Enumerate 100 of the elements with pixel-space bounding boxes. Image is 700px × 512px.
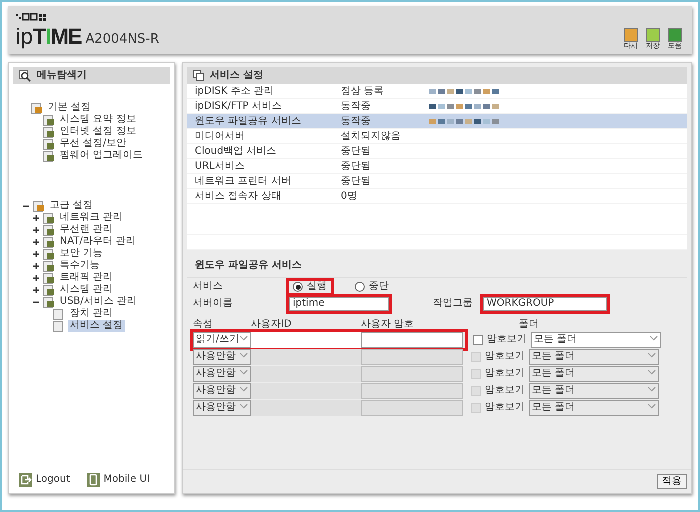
page-icon bbox=[31, 102, 43, 114]
table-row[interactable]: Cloud백업 서비스 중단됨 bbox=[187, 144, 687, 159]
logo-mark-icon bbox=[16, 13, 46, 22]
table-cell-text: 네트워크 프린터 서버 bbox=[195, 174, 292, 188]
folder-select[interactable]: 모든 폴더 bbox=[531, 332, 661, 348]
tree-item[interactable]: 트래픽 관리 bbox=[58, 272, 116, 284]
column-header: 폴더 bbox=[519, 319, 540, 331]
footer-link[interactable]: Mobile UI bbox=[104, 472, 150, 487]
tree-item[interactable]: 인터넷 설정 정보 bbox=[58, 126, 138, 138]
table-row[interactable]: 네트워크 프린터 서버 중단됨 bbox=[187, 174, 687, 189]
page-icon bbox=[43, 260, 55, 272]
checkbox[interactable] bbox=[473, 334, 483, 344]
tree-item[interactable]: 고급 설정 bbox=[48, 200, 96, 212]
field-label: 작업그룹 bbox=[433, 298, 473, 310]
footer-link[interactable]: Logout bbox=[36, 472, 70, 487]
expand-icon[interactable] bbox=[33, 262, 40, 270]
expand-icon[interactable] bbox=[33, 250, 40, 258]
field-label: 서비스 bbox=[193, 281, 224, 293]
page-icon bbox=[43, 248, 55, 260]
window-icon bbox=[193, 70, 204, 81]
tree-item[interactable]: USB/서비스 관리 bbox=[58, 296, 140, 308]
column-header: 사용자ID bbox=[251, 319, 293, 331]
input-field[interactable] bbox=[361, 366, 463, 382]
page-icon bbox=[43, 114, 55, 126]
expand-icon[interactable] bbox=[33, 286, 40, 294]
tree-item[interactable]: 펌웨어 업그레이드 bbox=[58, 150, 146, 162]
table-row[interactable]: ipDISK 주소 관리 정상 등록 bbox=[187, 84, 687, 99]
page-icon bbox=[43, 212, 55, 224]
tree-item[interactable]: 특수기능 bbox=[58, 260, 102, 272]
radio-option[interactable]: 중단 bbox=[351, 281, 393, 293]
table-row[interactable]: 서비스 접속자 상태 0명 bbox=[187, 189, 687, 204]
tree-item[interactable]: 서비스 설정 bbox=[68, 320, 126, 332]
column-header: 사용자 암호 bbox=[361, 319, 416, 331]
input-field[interactable] bbox=[361, 332, 463, 348]
table-cell-text: 설치되지않음 bbox=[341, 130, 402, 144]
table-cell-text: 0명 bbox=[341, 190, 358, 204]
mode-select[interactable]: 읽기/쓰기 bbox=[193, 332, 251, 348]
tree-item[interactable]: 기본 설정 bbox=[46, 102, 94, 114]
field-label: 서버이름 bbox=[193, 298, 234, 310]
table-cell-text: 중단됨 bbox=[341, 174, 372, 188]
input-field[interactable] bbox=[361, 348, 463, 364]
tree-item[interactable]: 시스템 요약 정보 bbox=[58, 114, 138, 126]
chevron-icon bbox=[240, 404, 248, 410]
table-cell-text: URL서비스 bbox=[195, 160, 246, 174]
exit-icon bbox=[19, 472, 32, 486]
table-cell-text: 윈도우 파일공유 서비스 bbox=[195, 114, 302, 128]
page-icon bbox=[43, 138, 55, 150]
page-icon bbox=[43, 296, 55, 308]
table-row[interactable]: URL서비스 중단됨 bbox=[187, 159, 687, 174]
search-icon bbox=[19, 70, 31, 82]
radio-option[interactable]: 실행 bbox=[289, 281, 331, 293]
chevron-icon bbox=[648, 387, 656, 392]
chevron-icon bbox=[240, 336, 248, 342]
tree-item[interactable]: 보안 기능 bbox=[58, 248, 106, 260]
chevron-icon bbox=[240, 353, 248, 358]
table-cell-text: ipDISK/FTP 서비스 bbox=[195, 100, 283, 114]
table-cell-text: 중단됨 bbox=[341, 144, 372, 158]
table-cell-text: ipDISK 주소 관리 bbox=[195, 84, 276, 98]
page-icon bbox=[43, 236, 55, 248]
panel-title: 서비스 설정 bbox=[210, 69, 264, 83]
table-cell-text: Cloud백업 서비스 bbox=[195, 144, 278, 158]
page-icon bbox=[53, 308, 65, 320]
tree-item[interactable]: 무선랜 관리 bbox=[58, 224, 116, 236]
input-field[interactable] bbox=[251, 366, 361, 382]
table-cell-text: 미디어서버 bbox=[195, 130, 246, 144]
chevron-icon bbox=[648, 404, 656, 410]
input-field[interactable] bbox=[361, 382, 463, 398]
page-icon bbox=[43, 284, 55, 296]
expand-icon[interactable] bbox=[33, 274, 40, 282]
tree-item[interactable]: 시스템 관리 bbox=[58, 284, 116, 296]
table-cell-text: 정상 등록 bbox=[341, 84, 386, 98]
chevron-icon bbox=[648, 353, 656, 358]
input-field[interactable] bbox=[251, 348, 361, 364]
phone-icon bbox=[86, 472, 100, 486]
apply-button[interactable]: 적용 bbox=[657, 474, 687, 489]
expand-icon[interactable] bbox=[33, 238, 40, 246]
tree-item[interactable]: 네트워크 관리 bbox=[58, 212, 126, 224]
page-icon bbox=[43, 224, 55, 236]
table-row[interactable]: ipDISK/FTP 서비스 동작중 bbox=[187, 99, 687, 114]
page-icon bbox=[43, 272, 55, 284]
input-field[interactable] bbox=[251, 382, 361, 398]
chevron-icon bbox=[650, 336, 658, 342]
page-icon bbox=[33, 200, 45, 212]
tree-item[interactable]: NAT/라우터 관리 bbox=[58, 236, 138, 248]
tree-item[interactable]: 장치 관리 bbox=[68, 308, 116, 320]
expand-icon[interactable] bbox=[33, 214, 40, 222]
table-row[interactable]: 미디어서버 설치되지않음 bbox=[187, 129, 687, 144]
checkbox-label: 암호보기 bbox=[487, 334, 527, 346]
tree-item[interactable]: 무선 설정/보안 bbox=[58, 138, 129, 150]
input-field[interactable] bbox=[251, 400, 361, 416]
checkbox-label: 암호보기 bbox=[485, 350, 525, 362]
panel-title: 메뉴탐색기 bbox=[37, 69, 87, 83]
checkbox-label: 암호보기 bbox=[485, 384, 525, 396]
table-row[interactable]: 윈도우 파일공유 서비스 동작중 bbox=[187, 114, 687, 129]
input-field[interactable]: iptime bbox=[289, 297, 389, 311]
input-field[interactable] bbox=[361, 400, 463, 416]
table-cell-text: 동작중 bbox=[341, 100, 372, 114]
section-title: 윈도우 파일공유 서비스 bbox=[187, 254, 687, 278]
input-field[interactable]: WORKGROUP bbox=[483, 297, 607, 311]
expand-icon[interactable] bbox=[33, 226, 40, 234]
